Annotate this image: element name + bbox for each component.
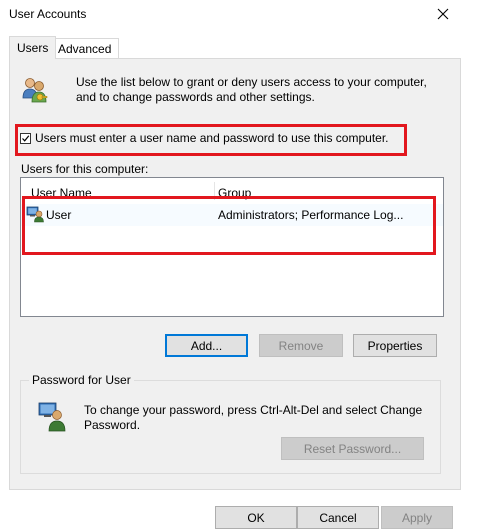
remove-user-button[interactable]: Remove [259, 334, 343, 357]
password-group-legend: Password for User [29, 373, 134, 387]
require-login-label: Users must enter a user name and passwor… [35, 131, 389, 145]
highlight-box-user-row [22, 196, 436, 255]
intro-text: Use the list below to grant or deny user… [76, 75, 427, 104]
properties-button[interactable]: Properties [353, 334, 437, 357]
password-instructions: To change your password, press Ctrl-Alt-… [84, 403, 423, 432]
require-login-checkbox[interactable] [20, 132, 31, 144]
close-icon [437, 8, 449, 20]
add-user-button[interactable]: Add... [165, 334, 248, 357]
user-password-icon [37, 400, 67, 435]
checkmark-icon [22, 134, 30, 142]
cancel-button[interactable]: Cancel [297, 506, 379, 529]
close-button[interactable] [426, 3, 460, 25]
tab-advanced[interactable]: Advanced [50, 38, 120, 59]
users-icon [22, 76, 48, 107]
reset-password-button[interactable]: Reset Password... [281, 437, 424, 460]
ok-button[interactable]: OK [215, 506, 297, 529]
window-title: User Accounts [9, 7, 87, 21]
users-list-label: Users for this computer: [21, 162, 149, 176]
require-login-checkbox-row[interactable]: Users must enter a user name and passwor… [20, 131, 389, 145]
apply-button[interactable]: Apply [381, 506, 453, 529]
tab-users[interactable]: Users [9, 36, 57, 59]
